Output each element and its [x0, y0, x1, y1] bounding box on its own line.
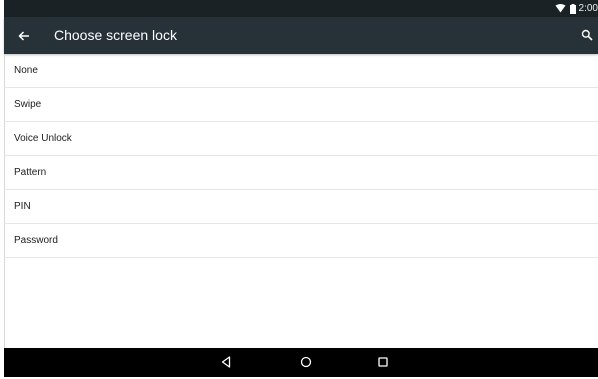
option-label: Password	[14, 235, 58, 246]
arrow-left-icon[interactable]	[16, 28, 32, 44]
option-password[interactable]: Password	[4, 224, 598, 258]
option-voice-unlock[interactable]: Voice Unlock	[4, 122, 598, 156]
option-label: PIN	[14, 201, 31, 212]
app-toolbar: Choose screen lock	[4, 17, 598, 54]
navigation-bar	[4, 348, 598, 377]
option-swipe[interactable]: Swipe	[4, 88, 598, 122]
option-label: Pattern	[14, 167, 47, 178]
option-label: Swipe	[14, 99, 42, 110]
wifi-icon	[555, 4, 566, 13]
option-none[interactable]: None	[4, 54, 598, 88]
recents-square-icon[interactable]	[376, 355, 390, 369]
option-label: None	[14, 65, 38, 76]
back-triangle-icon[interactable]	[219, 355, 233, 369]
option-pin[interactable]: PIN	[4, 190, 598, 224]
status-time: 2:00	[578, 3, 598, 14]
option-pattern[interactable]: Pattern	[4, 156, 598, 190]
battery-icon	[569, 3, 576, 14]
status-icons: 2:00	[555, 0, 598, 17]
screen-lock-options: None Swipe Voice Unlock Pattern PIN Pass…	[4, 54, 598, 258]
status-bar: 2:00	[4, 0, 598, 17]
option-label: Voice Unlock	[14, 133, 72, 144]
search-icon[interactable]	[581, 28, 593, 41]
home-circle-icon[interactable]	[299, 355, 313, 369]
page-title: Choose screen lock	[54, 27, 177, 43]
